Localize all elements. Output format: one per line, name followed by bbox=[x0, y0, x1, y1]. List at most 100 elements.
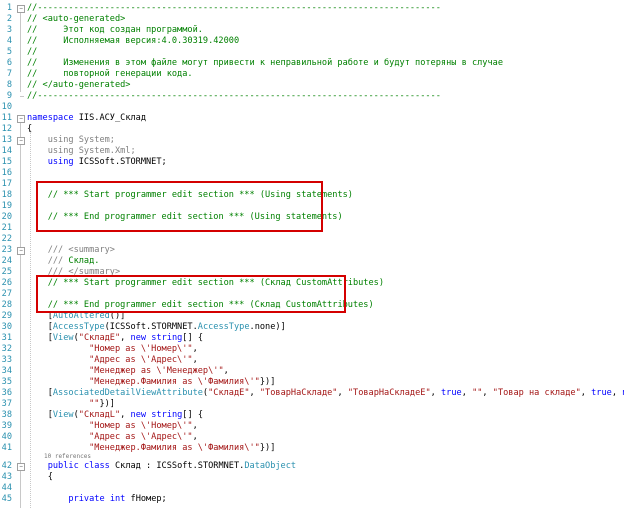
code-token: // <auto-generated> bbox=[27, 14, 126, 24]
line-number: 13 bbox=[1, 135, 12, 145]
code-line[interactable]: 41 "Менеджер.Фамилия as \'Фамилия\'"})] bbox=[0, 443, 624, 454]
code-token: [ bbox=[27, 388, 53, 398]
code-line[interactable]: 34 "Менеджер as \'Менеджер\'", bbox=[0, 366, 624, 377]
collapse-outline-icon[interactable]: − bbox=[17, 137, 25, 145]
line-number: 3 bbox=[6, 25, 12, 35]
code-line[interactable]: 37 ""})] bbox=[0, 399, 624, 410]
code-token: new bbox=[130, 410, 147, 420]
code-line[interactable]: 38 [View("СкладL", new string[] { bbox=[0, 410, 624, 421]
code-token: private bbox=[68, 494, 105, 504]
code-line[interactable]: 44 bbox=[0, 483, 624, 494]
code-text[interactable]: "Адрес as \'Адрес\'", bbox=[27, 432, 198, 443]
code-line[interactable]: 11− namespace IIS.АСУ_Склад bbox=[0, 113, 624, 124]
code-text[interactable]: public class Склад : ICSSoft.STORMNET.Da… bbox=[27, 461, 296, 472]
code-token: View bbox=[52, 333, 74, 343]
code-line[interactable]: 7 // повторной генерации кода. bbox=[0, 69, 624, 80]
code-token: // повторной генерации кода. bbox=[27, 69, 193, 79]
code-token: class bbox=[83, 461, 110, 471]
code-line[interactable]: 23− /// <summary> bbox=[0, 245, 624, 256]
code-line[interactable]: 32 "Номер as \'Номер\'", bbox=[0, 344, 624, 355]
code-line[interactable]: 42− public class Склад : ICSSoft.STORMNE… bbox=[0, 461, 624, 472]
code-text[interactable]: //--------------------------------------… bbox=[27, 91, 441, 102]
code-token: // Этот код создан программой. bbox=[27, 25, 203, 35]
code-line[interactable]: 39 "Номер as \'Номер\'", bbox=[0, 421, 624, 432]
code-text[interactable]: // </auto-generated> bbox=[27, 80, 130, 91]
line-number: 20 bbox=[1, 212, 12, 222]
code-line[interactable]: 31 [View("СкладE", new string[] { bbox=[0, 333, 624, 344]
code-text[interactable]: // повторной генерации кода. bbox=[27, 69, 193, 80]
code-line[interactable]: 12 { bbox=[0, 124, 624, 135]
code-text[interactable]: //--------------------------------------… bbox=[27, 3, 441, 14]
code-text[interactable]: [View("СкладL", new string[] { bbox=[27, 410, 203, 421]
code-token: , bbox=[120, 410, 131, 420]
code-line[interactable]: 36 [AssociatedDetailViewAttribute("Склад… bbox=[0, 388, 624, 399]
code-text[interactable]: "Номер as \'Номер\'", bbox=[27, 421, 198, 432]
code-text[interactable]: namespace IIS.АСУ_Склад bbox=[27, 113, 146, 124]
code-line[interactable]: 43 { bbox=[0, 472, 624, 483]
code-text[interactable]: ""})] bbox=[27, 399, 115, 410]
code-text[interactable]: // Этот код создан программой. bbox=[27, 25, 203, 36]
code-line[interactable]: 9 //-------------------------------------… bbox=[0, 91, 624, 102]
code-line[interactable]: 22 bbox=[0, 234, 624, 245]
line-number: 26 bbox=[1, 278, 12, 288]
collapse-outline-icon[interactable]: − bbox=[17, 247, 25, 255]
code-line[interactable]: 14 using System.Xml; bbox=[0, 146, 624, 157]
code-line[interactable]: 13− using System; bbox=[0, 135, 624, 146]
line-number: 33 bbox=[1, 355, 12, 365]
code-token: "СкладE" bbox=[78, 333, 121, 343]
code-token: [ bbox=[27, 322, 53, 332]
code-token: (ICSSoft.STORMNET. bbox=[104, 322, 198, 332]
code-text[interactable]: [AccessType(ICSSoft.STORMNET.AccessType.… bbox=[27, 322, 286, 333]
code-line[interactable]: 30 [AccessType(ICSSoft.STORMNET.AccessTy… bbox=[0, 322, 624, 333]
code-text[interactable]: "Менеджер as \'Менеджер\'", bbox=[27, 366, 229, 377]
code-line[interactable]: 3 // Этот код создан программой. bbox=[0, 25, 624, 36]
code-line[interactable]: 33 "Адрес as \'Адрес\'", bbox=[0, 355, 624, 366]
code-line[interactable]: 4 // Исполняемая версия:4.0.30319.42000 bbox=[0, 36, 624, 47]
code-line[interactable]: 10 bbox=[0, 102, 624, 113]
code-token: [] { bbox=[182, 333, 203, 343]
code-text[interactable]: "Менеджер.Фамилия as \'Фамилия\'"})] bbox=[27, 377, 275, 388]
collapse-outline-icon[interactable]: − bbox=[17, 115, 25, 123]
code-text[interactable]: // bbox=[27, 47, 37, 58]
line-number: 15 bbox=[1, 157, 12, 167]
collapse-outline-icon[interactable]: − bbox=[17, 463, 25, 471]
code-text[interactable]: /// Склад. bbox=[27, 256, 100, 267]
code-line[interactable]: 24 /// Склад. bbox=[0, 256, 624, 267]
line-number: 39 bbox=[1, 421, 12, 431]
code-line[interactable]: 40 "Адрес as \'Адрес\'", bbox=[0, 432, 624, 443]
code-text[interactable]: // <auto-generated> bbox=[27, 14, 125, 25]
code-line[interactable]: 45 private int fНомер; bbox=[0, 494, 624, 505]
code-line[interactable]: 5 // bbox=[0, 47, 624, 58]
code-line[interactable]: 1−//------------------------------------… bbox=[0, 3, 624, 14]
code-line[interactable]: 15 using ICSSoft.STORMNET; bbox=[0, 157, 624, 168]
code-token: IIS.АСУ_Склад bbox=[73, 113, 147, 123]
code-text[interactable]: "Номер as \'Номер\'", bbox=[27, 344, 198, 355]
line-number: 5 bbox=[6, 47, 12, 57]
code-token: Склад. bbox=[68, 256, 100, 266]
code-line[interactable]: 6 // Изменения в этом файле могут привест… bbox=[0, 58, 624, 69]
code-token: , bbox=[461, 388, 473, 398]
code-text[interactable]: /// <summary> bbox=[27, 245, 115, 256]
code-lens-references[interactable]: 10 references bbox=[44, 453, 91, 460]
code-editor[interactable]: 1−//------------------------------------… bbox=[0, 0, 624, 508]
line-number: 30 bbox=[1, 322, 12, 332]
collapse-outline-icon[interactable]: − bbox=[17, 5, 25, 13]
code-text[interactable]: [AssociatedDetailViewAttribute("СкладE",… bbox=[27, 388, 624, 399]
code-text[interactable]: "Адрес as \'Адрес\'", bbox=[27, 355, 198, 366]
code-line[interactable]: 35 "Менеджер.Фамилия as \'Фамилия\'"})] bbox=[0, 377, 624, 388]
code-text[interactable]: private int fНомер; bbox=[27, 494, 166, 505]
code-text[interactable]: using ICSSoft.STORMNET; bbox=[27, 157, 167, 168]
code-text[interactable]: { bbox=[27, 472, 53, 483]
code-line[interactable]: 2 // <auto-generated> bbox=[0, 14, 624, 25]
code-text[interactable]: // Изменения в этом файле могут привести… bbox=[27, 58, 503, 69]
line-number: 23 bbox=[1, 245, 12, 255]
code-token: //--------------------------------------… bbox=[27, 91, 441, 101]
code-text[interactable]: { bbox=[27, 124, 32, 135]
code-line[interactable]: 8 // </auto-generated> bbox=[0, 80, 624, 91]
code-token: "Товар на складе" bbox=[492, 388, 581, 398]
code-text[interactable]: using System.Xml; bbox=[27, 146, 136, 157]
code-text[interactable]: using System; bbox=[27, 135, 115, 146]
code-text[interactable]: // Исполняемая версия:4.0.30319.42000 bbox=[27, 36, 239, 47]
code-line[interactable]: 16 bbox=[0, 168, 624, 179]
code-text[interactable]: [View("СкладE", new string[] { bbox=[27, 333, 203, 344]
